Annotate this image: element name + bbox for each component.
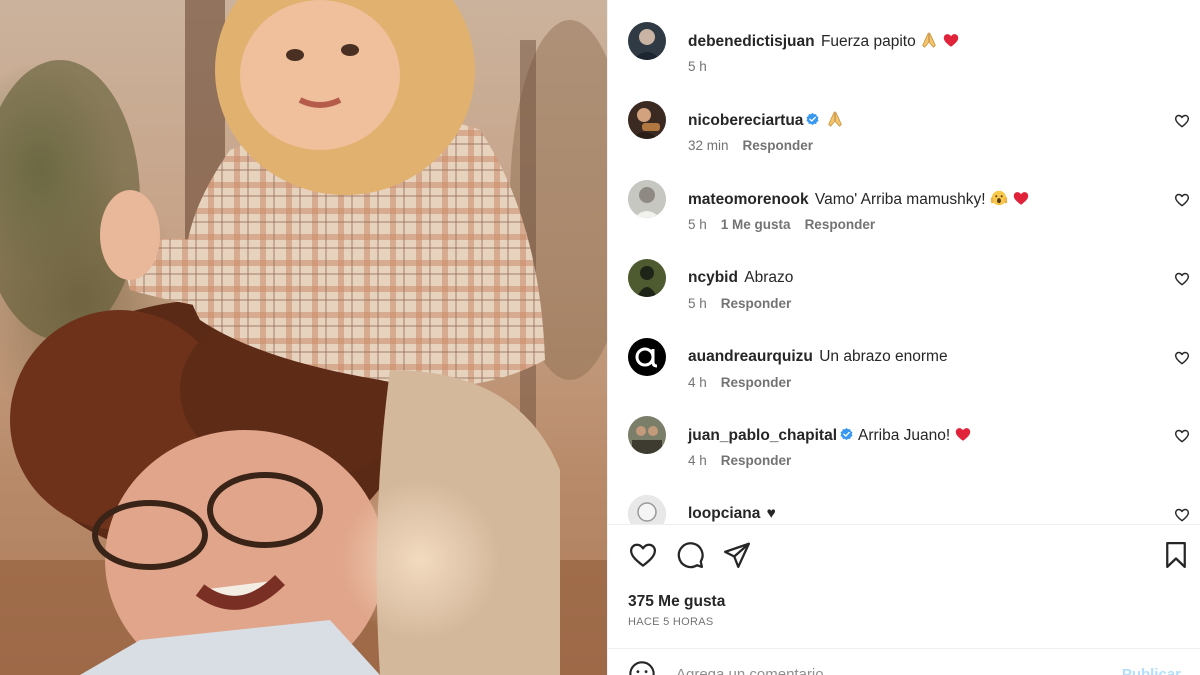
avatar[interactable] <box>628 180 666 218</box>
comment-text: Arriba Juano! <box>858 427 951 444</box>
comment-bubble-icon[interactable] <box>675 540 705 570</box>
reply-button[interactable]: Responder <box>721 296 792 311</box>
post-side-panel: debenedictisjuan Fuerza papito 5 h nicober… <box>607 0 1200 675</box>
like-comment-heart-icon[interactable] <box>1174 271 1190 287</box>
avatar[interactable] <box>628 101 666 139</box>
comment-text: Abrazo <box>744 269 794 286</box>
comment-likes[interactable]: 1 Me gusta <box>721 217 791 232</box>
paper-plane-icon[interactable] <box>722 540 752 570</box>
comment-username[interactable]: loopciana <box>688 505 760 522</box>
comment-meta: 5 h 1 Me gusta Responder <box>688 217 889 232</box>
divider <box>608 524 1200 525</box>
comment-text: Fuerza papito <box>820 33 916 50</box>
comment-item: mateomorenook Vamo' Arriba mamushky! 5 h 1… <box>628 180 1200 260</box>
red-heart-icon <box>942 33 960 50</box>
verified-badge-icon <box>803 112 822 129</box>
comment-username[interactable]: nicobereciartua <box>688 112 803 129</box>
comment-line: debenedictisjuan Fuerza papito <box>688 31 960 52</box>
verified-badge-icon <box>837 427 856 444</box>
comment-item: juan_pablo_chapital Arriba Juano! 4 h Respo… <box>628 416 1200 496</box>
comment-time: 5 h <box>688 217 707 232</box>
emoji-smile-icon[interactable] <box>628 660 656 675</box>
comment-line: auandreaurquizu Un abrazo enorme <box>688 347 948 367</box>
post-actions-bar <box>608 540 1200 574</box>
comment-time: 4 h <box>688 453 707 468</box>
folded-hands-icon <box>826 111 844 129</box>
comment-line: nicobereciartua <box>688 110 844 131</box>
comment-text: Vamo' Arriba mamushky! <box>814 191 986 208</box>
comment-time: 32 min <box>688 138 729 153</box>
comment-item: ncybid Abrazo 5 h Responder <box>628 259 1200 339</box>
comment-meta: 32 min Responder <box>688 138 827 153</box>
comment-username[interactable]: mateomorenook <box>688 191 809 208</box>
comment-item: loopciana ♥ <box>628 495 1200 524</box>
comment-meta: 5 h <box>688 59 721 74</box>
avatar[interactable] <box>628 338 666 376</box>
like-comment-heart-icon[interactable] <box>1174 350 1190 366</box>
avatar[interactable] <box>628 495 666 524</box>
red-heart-icon <box>1012 191 1030 208</box>
red-heart-icon <box>954 427 972 444</box>
comment-username[interactable]: ncybid <box>688 269 738 286</box>
divider <box>608 648 1200 649</box>
comment-line: juan_pablo_chapital Arriba Juano! <box>688 425 972 446</box>
likes-count[interactable]: 375 Me gusta <box>628 593 725 611</box>
reply-button[interactable]: Responder <box>721 375 792 390</box>
comment-time: 5 h <box>688 296 707 311</box>
post-photo <box>0 0 607 675</box>
avatar[interactable] <box>628 416 666 454</box>
like-comment-heart-icon[interactable] <box>1174 507 1190 523</box>
heart-outline-icon[interactable] <box>628 540 658 570</box>
publish-button[interactable]: Publicar <box>1122 666 1181 675</box>
comment-line: ncybid Abrazo <box>688 268 793 288</box>
avatar[interactable] <box>628 259 666 297</box>
folded-hands-icon <box>920 32 938 50</box>
comment-meta: 5 h Responder <box>688 296 805 311</box>
like-comment-heart-icon[interactable] <box>1174 428 1190 444</box>
comment-time: 4 h <box>688 375 707 390</box>
post-time-ago: HACE 5 HORAS <box>628 616 714 628</box>
reply-button[interactable]: Responder <box>805 217 876 232</box>
comment-item: debenedictisjuan Fuerza papito 5 h <box>628 22 1200 102</box>
comment-item: auandreaurquizu Un abrazo enorme 4 h Respo… <box>628 338 1200 418</box>
comment-line: mateomorenook Vamo' Arriba mamushky! <box>688 189 1030 210</box>
vintage-photo-illustration <box>0 0 607 675</box>
reply-button[interactable]: Responder <box>721 453 792 468</box>
comment-text: ♥ <box>766 505 776 522</box>
comment-item: nicobereciartua 32 min Responder <box>628 101 1200 181</box>
comment-username[interactable]: auandreaurquizu <box>688 348 813 365</box>
comment-username[interactable]: juan_pablo_chapital <box>688 427 837 444</box>
like-comment-heart-icon[interactable] <box>1174 113 1190 129</box>
scream-face-icon <box>990 190 1008 208</box>
like-comment-heart-icon[interactable] <box>1174 192 1190 208</box>
comment-time: 5 h <box>688 59 707 74</box>
avatar[interactable] <box>628 22 666 60</box>
comment-text: Un abrazo enorme <box>819 348 948 365</box>
comments-list[interactable]: debenedictisjuan Fuerza papito 5 h nicober… <box>608 0 1200 524</box>
reply-button[interactable]: Responder <box>743 138 814 153</box>
bookmark-icon[interactable] <box>1161 540 1191 570</box>
comment-username[interactable]: debenedictisjuan <box>688 33 815 50</box>
add-comment-bar: Agrega un comentario... Publicar <box>628 660 1181 675</box>
comment-input[interactable]: Agrega un comentario... <box>676 666 836 675</box>
comment-line: loopciana ♥ <box>688 504 776 524</box>
comment-meta: 4 h Responder <box>688 453 805 468</box>
comment-meta: 4 h Responder <box>688 375 805 390</box>
